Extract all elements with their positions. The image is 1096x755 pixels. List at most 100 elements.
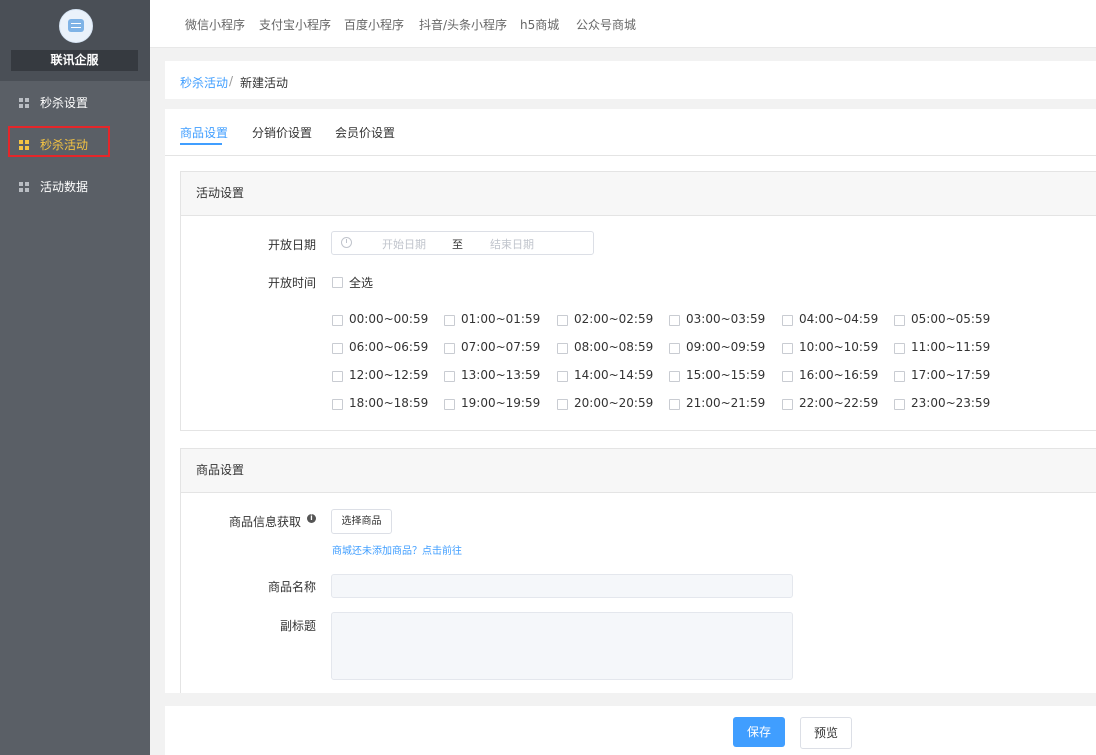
info-icon[interactable]: i [307, 514, 316, 523]
activity-settings-card: 活动设置 开放日期 开始日期 至 结束日期 开放时间 全选 00:00~00:5… [180, 171, 1096, 431]
time-slot-label: 13:00~13:59 [461, 368, 541, 382]
time-slot-checkbox[interactable] [669, 371, 680, 382]
time-slot-label: 22:00~22:59 [799, 396, 879, 410]
time-slot-checkbox[interactable] [332, 399, 343, 410]
sidebar-item-label: 秒杀设置 [40, 96, 89, 110]
brand-name: 联讯企服 [11, 50, 138, 71]
time-slot-checkbox[interactable] [894, 399, 905, 410]
tab-distribution-price[interactable]: 分销价设置 [252, 124, 312, 141]
sidebar-header: 联讯企服 [0, 0, 150, 81]
breadcrumb-separator: / [229, 74, 234, 88]
time-slot-checkbox[interactable] [894, 371, 905, 382]
time-slot-label: 00:00~00:59 [349, 312, 429, 326]
time-slot-checkbox[interactable] [557, 343, 568, 354]
top-nav: 微信小程序 支付宝小程序 百度小程序 抖音/头条小程序 h5商城 公众号商城 [150, 0, 1096, 48]
main-content: 活动设置 开放日期 开始日期 至 结束日期 开放时间 全选 00:00~00:5… [165, 156, 1096, 693]
time-slot-checkbox[interactable] [332, 315, 343, 326]
time-slot-checkbox[interactable] [332, 343, 343, 354]
open-time-label: 开放时间 [267, 276, 316, 290]
chat-icon [68, 19, 84, 32]
add-goods-link[interactable]: 商城还未添加商品？点击前往 [332, 542, 462, 557]
time-slot-label: 21:00~21:59 [686, 396, 766, 410]
range-separator: 至 [452, 238, 463, 251]
footer-actions: 保存 预览 [165, 706, 1096, 755]
time-slot-label: 23:00~23:59 [911, 396, 991, 410]
time-slot-label: 12:00~12:59 [349, 368, 429, 382]
time-slot-label: 09:00~09:59 [686, 340, 766, 354]
time-slot-checkbox[interactable] [332, 371, 343, 382]
time-slot-checkbox[interactable] [782, 371, 793, 382]
preview-button[interactable]: 预览 [800, 717, 852, 749]
card-title: 活动设置 [181, 172, 1096, 216]
nav-h5-mall[interactable]: h5商城 [520, 16, 559, 33]
time-slot-checkbox[interactable] [444, 343, 455, 354]
time-slot-checkbox[interactable] [894, 343, 905, 354]
time-slot-label: 17:00~17:59 [911, 368, 991, 382]
nav-douyin-miniprogram[interactable]: 抖音/头条小程序 [419, 16, 507, 33]
sidebar: 联讯企服 秒杀设置 秒杀活动 活动数据 [0, 0, 150, 755]
goods-form: 商品信息获取 i 选择商品 商城还未添加商品？点击前往 商品名称 副标题 [181, 492, 1096, 693]
time-slot-checkbox[interactable] [669, 343, 680, 354]
time-slot-label: 08:00~08:59 [574, 340, 654, 354]
time-slot-checkbox[interactable] [444, 371, 455, 382]
tab-member-price[interactable]: 会员价设置 [335, 124, 395, 141]
time-slot-label: 03:00~03:59 [686, 312, 766, 326]
time-slot-label: 10:00~10:59 [799, 340, 879, 354]
date-range-picker[interactable]: 开始日期 至 结束日期 [331, 231, 594, 255]
time-slot-checkbox[interactable] [557, 399, 568, 410]
time-slot-checkbox[interactable] [444, 399, 455, 410]
time-slot-checkbox[interactable] [444, 315, 455, 326]
breadcrumb: 秒杀活动 / 新建活动 [165, 61, 1096, 99]
goods-name-label: 商品名称 [267, 580, 316, 594]
clock-icon [341, 237, 352, 248]
open-date-label: 开放日期 [267, 238, 316, 252]
time-slot-label: 16:00~16:59 [799, 368, 879, 382]
goods-name-input[interactable] [331, 574, 793, 598]
subtitle-label: 副标题 [279, 619, 316, 633]
sidebar-item-label: 活动数据 [40, 180, 89, 194]
logo [59, 9, 93, 43]
time-slot-checkbox[interactable] [782, 343, 793, 354]
sidebar-item-seckill-settings[interactable]: 秒杀设置 [0, 82, 150, 124]
save-button[interactable]: 保存 [733, 717, 785, 747]
time-slot-label: 04:00~04:59 [799, 312, 879, 326]
nav-official-account-mall[interactable]: 公众号商城 [576, 16, 636, 33]
time-slot-checkbox[interactable] [782, 315, 793, 326]
time-slot-checkbox[interactable] [782, 399, 793, 410]
tab-bar: 商品设置 分销价设置 会员价设置 [165, 109, 1096, 156]
select-goods-button[interactable]: 选择商品 [331, 509, 392, 534]
goods-info-label: 商品信息获取 [228, 515, 301, 529]
select-all-label: 全选 [349, 276, 374, 290]
time-slot-label: 11:00~11:59 [911, 340, 991, 354]
nav-wechat-miniprogram[interactable]: 微信小程序 [185, 16, 245, 33]
select-all-checkbox[interactable] [332, 277, 343, 288]
end-date-input[interactable]: 结束日期 [490, 236, 534, 252]
sidebar-item-activity-data[interactable]: 活动数据 [0, 166, 150, 208]
highlight-box [8, 126, 110, 157]
time-slot-label: 06:00~06:59 [349, 340, 429, 354]
time-slot-checkbox[interactable] [557, 315, 568, 326]
active-tab-indicator [180, 143, 222, 145]
time-slot-checkbox[interactable] [669, 315, 680, 326]
subtitle-textarea[interactable] [331, 612, 793, 680]
tab-goods-settings[interactable]: 商品设置 [180, 124, 228, 141]
breadcrumb-parent-link[interactable]: 秒杀活动 [180, 74, 228, 91]
time-slot-label: 07:00~07:59 [461, 340, 541, 354]
time-slot-checkbox[interactable] [894, 315, 905, 326]
nav-alipay-miniprogram[interactable]: 支付宝小程序 [259, 16, 331, 33]
time-slot-label: 14:00~14:59 [574, 368, 654, 382]
breadcrumb-current: 新建活动 [240, 76, 289, 90]
time-slot-label: 05:00~05:59 [911, 312, 991, 326]
time-slot-checkbox[interactable] [557, 371, 568, 382]
time-slot-label: 18:00~18:59 [349, 396, 429, 410]
time-slot-label: 02:00~02:59 [574, 312, 654, 326]
grid-icon [19, 182, 29, 192]
start-date-input[interactable]: 开始日期 [382, 236, 426, 252]
time-slot-label: 15:00~15:59 [686, 368, 766, 382]
grid-icon [19, 98, 29, 108]
time-slot-label: 20:00~20:59 [574, 396, 654, 410]
goods-settings-card: 商品设置 商品信息获取 i 选择商品 商城还未添加商品？点击前往 商品名称 副标… [180, 448, 1096, 693]
time-slot-checkbox[interactable] [669, 399, 680, 410]
time-slot-label: 01:00~01:59 [461, 312, 541, 326]
nav-baidu-miniprogram[interactable]: 百度小程序 [344, 16, 404, 33]
